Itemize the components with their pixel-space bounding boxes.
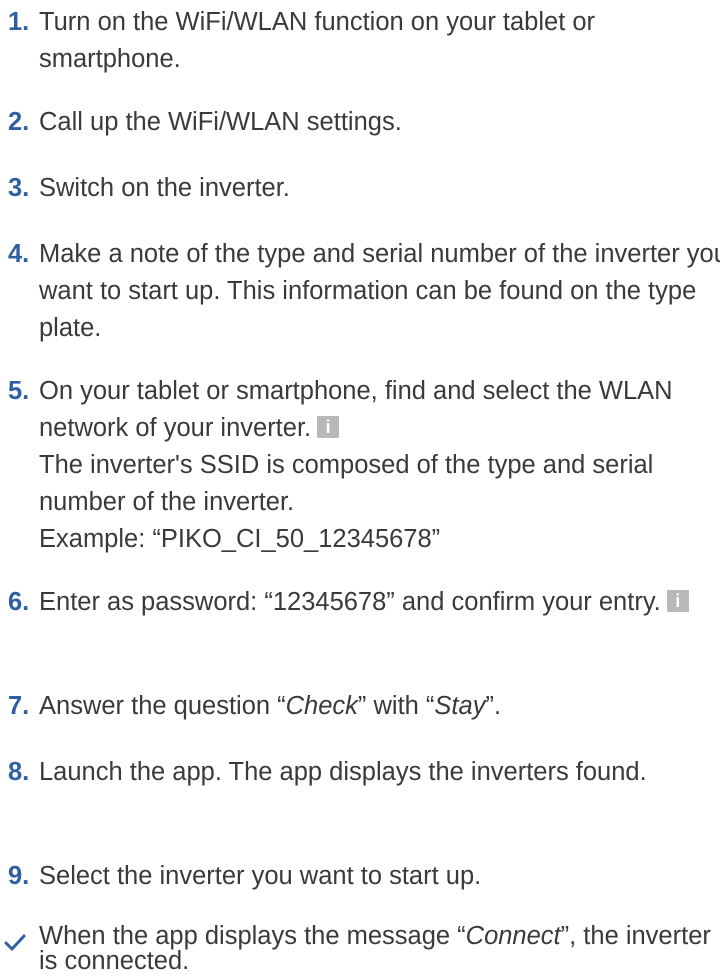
step-number: 6. (8, 588, 30, 616)
step-text: Switch on the inverter. (39, 174, 290, 202)
step-1: 1. Turn on the WiFi/WLAN function on you… (0, 4, 720, 78)
step-example: Example: “PIKO_CI_50_12345678” (39, 525, 441, 553)
step-8: 8. Launch the app. The app displays the … (0, 754, 720, 791)
step-text: Make a note of the type and serial numbe… (39, 240, 720, 342)
result-text-connect: Connect (465, 922, 561, 950)
step-4: 4. Make a note of the type and serial nu… (0, 236, 720, 347)
step-text: Turn on the WiFi/WLAN function on your t… (39, 8, 596, 73)
step-number: 7. (8, 692, 30, 720)
step-number: 5. (8, 377, 30, 405)
checkmark-icon (4, 924, 30, 961)
step-3: 3. Switch on the inverter. (0, 170, 720, 207)
step-number: 4. (8, 240, 30, 268)
step-text-stay: Stay (434, 692, 486, 720)
step-number: 2. (8, 108, 30, 136)
step-text-check: Check (285, 692, 358, 720)
step-text: On your tablet or smartphone, find and s… (39, 377, 673, 442)
step-9: 9. Select the inverter you want to start… (0, 858, 720, 895)
result-text-pre: When the app displays the message “ (39, 922, 466, 950)
step-number: 9. (8, 862, 30, 890)
step-number: 1. (8, 8, 30, 36)
step-text: Call up the WiFi/WLAN settings. (39, 108, 402, 136)
step-number: 8. (8, 758, 30, 786)
step-text-pre: Answer the question “ (39, 692, 286, 720)
step-note: The inverter's SSID is composed of the t… (39, 451, 654, 516)
step-2: 2. Call up the WiFi/WLAN settings. (0, 104, 720, 141)
step-text-post: ”. (485, 692, 502, 720)
step-5: 5. On your tablet or smartphone, find an… (0, 373, 720, 558)
step-7: 7. Answer the question “Check” with “Sta… (0, 688, 720, 725)
step-text-mid: ” with “ (357, 692, 435, 720)
step-number: 3. (8, 174, 30, 202)
step-6: 6. Enter as password: “12345678” and con… (0, 584, 720, 621)
step-text: Launch the app. The app displays the inv… (39, 758, 647, 786)
step-text: Enter as password: “12345678” and confir… (39, 588, 661, 616)
result: When the app displays the message “Conne… (0, 922, 720, 974)
step-text: Select the inverter you want to start up… (39, 862, 482, 890)
info-icon[interactable]: i (666, 590, 689, 612)
info-icon[interactable]: i (317, 416, 340, 438)
